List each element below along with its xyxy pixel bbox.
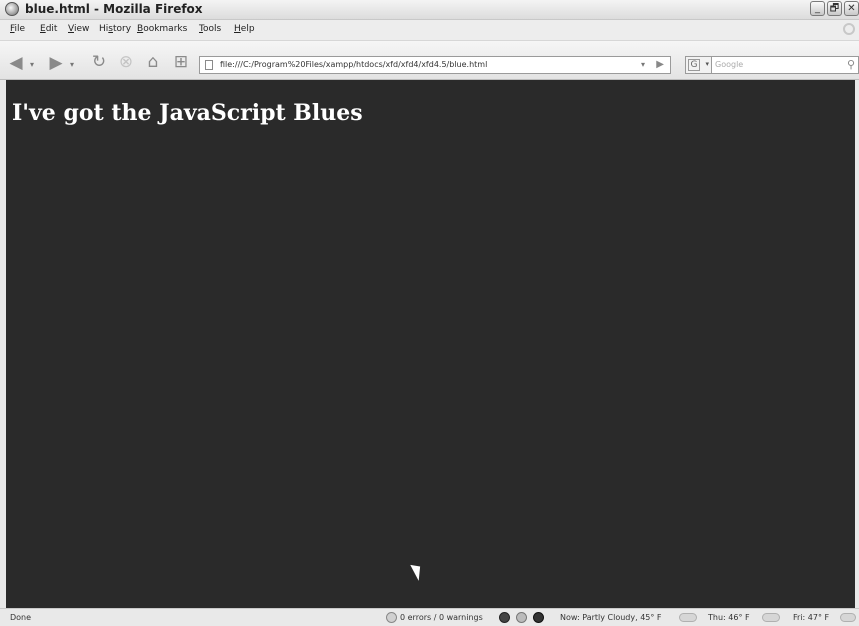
menu-history[interactable]: History <box>99 24 131 34</box>
menu-file[interactable]: File <box>10 24 25 34</box>
maximize-button[interactable]: 🗗 <box>827 1 842 16</box>
menu-edit[interactable]: Edit <box>40 24 57 34</box>
url-dropdown-icon[interactable]: ▾ <box>641 60 645 69</box>
close-button[interactable]: ✕ <box>844 1 859 16</box>
stop-icon[interactable]: ⊗ <box>116 52 136 72</box>
weather-fri[interactable]: Fri: 47° F <box>793 613 829 622</box>
status-bar: Done 0 errors / 0 warnings Now: Partly C… <box>0 608 859 626</box>
error-count[interactable]: 0 errors / 0 warnings <box>400 613 483 622</box>
activity-indicator-icon <box>843 23 855 35</box>
navigation-toolbar: ◀ ▾ ▶ ▾ ↻ ⊗ ⌂ ⊞ file:///C:/Program%20Fil… <box>0 41 859 80</box>
page-heading: I've got the JavaScript Blues <box>12 100 363 126</box>
globe-icon[interactable] <box>533 612 544 623</box>
go-arrow-icon[interactable]: ▶ <box>656 59 664 70</box>
weather-thu[interactable]: Thu: 46° F <box>708 613 750 622</box>
url-text: file:///C:/Program%20Files/xampp/htdocs/… <box>220 60 488 69</box>
forward-icon[interactable]: ▶ <box>46 53 66 73</box>
forward-history-dropdown-icon[interactable]: ▾ <box>70 60 74 69</box>
cloud-icon <box>762 613 780 622</box>
menu-help[interactable]: Help <box>234 24 255 34</box>
minimize-button[interactable]: _ <box>810 1 825 16</box>
menu-bar: File Edit View History Bookmarks Tools H… <box>0 20 859 41</box>
page-icon <box>205 60 213 70</box>
console-check-icon[interactable] <box>386 612 397 623</box>
search-engine-dropdown-icon: ▾ <box>705 60 709 68</box>
home-icon[interactable]: ⌂ <box>142 52 164 72</box>
window-controls: _ 🗗 ✕ <box>810 1 859 16</box>
window-frame-right <box>855 80 859 608</box>
search-icon[interactable]: ⚲ <box>847 58 855 71</box>
title-bar: blue.html - Mozilla Firefox _ 🗗 ✕ <box>0 0 859 20</box>
menu-tools[interactable]: Tools <box>199 24 221 34</box>
menu-bookmarks[interactable]: Bookmarks <box>137 24 187 34</box>
google-icon: G <box>688 59 700 71</box>
back-history-dropdown-icon[interactable]: ▾ <box>30 60 34 69</box>
gear-icon[interactable] <box>516 612 527 623</box>
firefox-icon <box>5 2 19 16</box>
reload-icon[interactable]: ↻ <box>88 52 110 72</box>
url-bar[interactable]: file:///C:/Program%20Files/xampp/htdocs/… <box>199 56 671 74</box>
checkmark-icon[interactable] <box>499 612 510 623</box>
window-title: blue.html - Mozilla Firefox <box>25 2 203 16</box>
search-input[interactable]: Google ⚲ <box>711 56 859 74</box>
back-icon[interactable]: ◀ <box>6 53 26 73</box>
page-content: I've got the JavaScript Blues <box>6 80 855 608</box>
search-placeholder: Google <box>715 60 744 69</box>
search-engine-selector[interactable]: G ▾ <box>685 56 711 74</box>
cloud-icon <box>679 613 697 622</box>
mouse-cursor-icon <box>410 561 426 581</box>
weather-now[interactable]: Now: Partly Cloudy, 45° F <box>560 613 662 622</box>
cloud-icon <box>840 613 856 622</box>
status-text: Done <box>10 613 32 622</box>
menu-view[interactable]: View <box>68 24 89 34</box>
new-tab-icon[interactable]: ⊞ <box>170 52 192 72</box>
